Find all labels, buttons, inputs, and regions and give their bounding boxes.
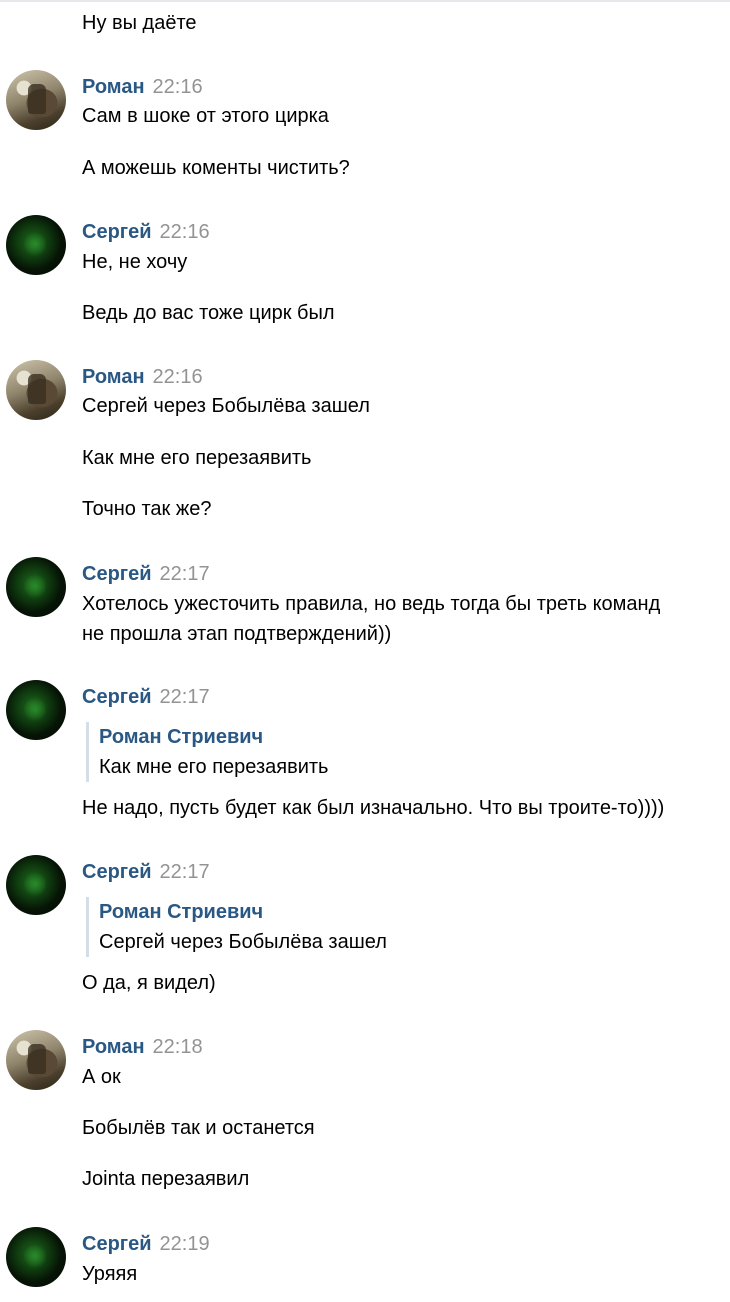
message-text: Не надо, пусть будет как был изначально.… bbox=[82, 797, 665, 819]
author-name[interactable]: Сергей bbox=[82, 686, 152, 708]
message-text: Сам в шоке от этого цирка bbox=[82, 105, 329, 127]
message-text: Ну вы даёте bbox=[82, 12, 197, 34]
message-text: А можешь коменты чистить? bbox=[82, 157, 350, 179]
message-header: Сергей 22:16 bbox=[82, 220, 210, 244]
message-text: Уряяя bbox=[82, 1263, 138, 1285]
reply-quote[interactable]: Роман Стриевич Как мне его перезаявить bbox=[86, 722, 328, 782]
top-divider bbox=[0, 0, 730, 2]
message-text: Хотелось ужесточить правила, но ведь тог… bbox=[82, 593, 661, 615]
message-header: Роман 22:18 bbox=[82, 1035, 203, 1059]
message-header: Сергей 22:19 bbox=[82, 1232, 210, 1256]
avatar[interactable] bbox=[6, 855, 66, 915]
message-text: не прошла этап подтверждений)) bbox=[82, 623, 392, 645]
message-text: Бобылёв так и останется bbox=[82, 1117, 315, 1139]
quote-author[interactable]: Роман Стриевич bbox=[99, 897, 387, 927]
author-name[interactable]: Роман bbox=[82, 1036, 145, 1058]
message-time: 22:16 bbox=[159, 221, 210, 243]
author-name[interactable]: Роман bbox=[82, 76, 145, 98]
author-name[interactable]: Сергей bbox=[82, 221, 152, 243]
message-text: Точно так же? bbox=[82, 498, 212, 520]
avatar[interactable] bbox=[6, 680, 66, 740]
message-time: 22:17 bbox=[159, 563, 210, 585]
message-time: 22:16 bbox=[152, 366, 203, 388]
message-time: 22:16 bbox=[152, 76, 203, 98]
message-time: 22:17 bbox=[159, 861, 210, 883]
message-text: Как мне его перезаявить bbox=[82, 447, 312, 469]
message-text: Jointa перезаявил bbox=[82, 1168, 250, 1190]
message-text: А ок bbox=[82, 1066, 121, 1088]
avatar[interactable] bbox=[6, 70, 66, 130]
quote-author[interactable]: Роман Стриевич bbox=[99, 722, 328, 752]
message-header: Сергей 22:17 bbox=[82, 562, 210, 586]
quote-text: Как мне его перезаявить bbox=[99, 756, 329, 778]
message-header: Сергей 22:17 bbox=[82, 685, 210, 709]
author-name[interactable]: Сергей bbox=[82, 861, 152, 883]
author-name[interactable]: Сергей bbox=[82, 563, 152, 585]
author-name[interactable]: Сергей bbox=[82, 1233, 152, 1255]
message-header: Сергей 22:17 bbox=[82, 860, 210, 884]
message-time: 22:18 bbox=[152, 1036, 203, 1058]
message-time: 22:19 bbox=[159, 1233, 210, 1255]
avatar[interactable] bbox=[6, 1227, 66, 1287]
quote-text: Сергей через Бобылёва зашел bbox=[99, 931, 387, 953]
message-text: О да, я видел) bbox=[82, 972, 216, 994]
message-text: Сергей через Бобылёва зашел bbox=[82, 395, 370, 417]
message-text: Не, не хочу bbox=[82, 251, 188, 273]
avatar[interactable] bbox=[6, 557, 66, 617]
message-header: Роман 22:16 bbox=[82, 75, 203, 99]
avatar[interactable] bbox=[6, 1030, 66, 1090]
message-text: Ведь до вас тоже цирк был bbox=[82, 302, 335, 324]
avatar[interactable] bbox=[6, 360, 66, 420]
avatar[interactable] bbox=[6, 215, 66, 275]
message-time: 22:17 bbox=[159, 686, 210, 708]
author-name[interactable]: Роман bbox=[82, 366, 145, 388]
reply-quote[interactable]: Роман Стриевич Сергей через Бобылёва заш… bbox=[86, 897, 387, 957]
message-header: Роман 22:16 bbox=[82, 365, 203, 389]
